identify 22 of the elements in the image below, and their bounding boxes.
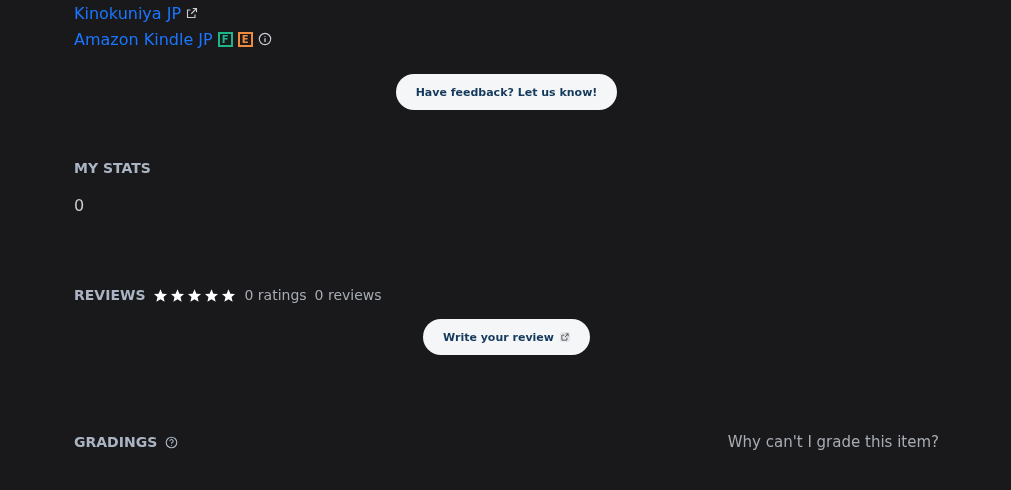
star-icon (170, 287, 186, 303)
section-title: GRADINGS (74, 434, 158, 450)
external-link-icon (559, 332, 570, 342)
section-title: MY STATS (74, 160, 151, 176)
format-badge: E (237, 31, 253, 47)
star-icon (153, 287, 169, 303)
feedback-button[interactable]: Have feedback? Let us know! (395, 74, 618, 110)
write-review-button[interactable]: Write your review (423, 319, 590, 355)
grade-help-link[interactable]: Why can't I grade this item? (727, 433, 939, 451)
external-link-icon[interactable] (186, 7, 199, 19)
format-badge: F (217, 31, 233, 47)
reviews-count: 0 reviews (314, 287, 382, 303)
help-icon[interactable] (165, 435, 179, 449)
star-icon (221, 287, 237, 303)
star-icon (187, 287, 203, 303)
info-icon[interactable] (257, 32, 272, 46)
star-icon (204, 287, 220, 303)
section-title: REVIEWS (74, 287, 146, 303)
store-link[interactable]: Amazon Kindle JP (74, 29, 213, 49)
stats-value: 0 (74, 196, 85, 215)
store-link[interactable]: Kinokuniya JP (74, 3, 182, 23)
ratings-count: 0 ratings (244, 287, 307, 303)
